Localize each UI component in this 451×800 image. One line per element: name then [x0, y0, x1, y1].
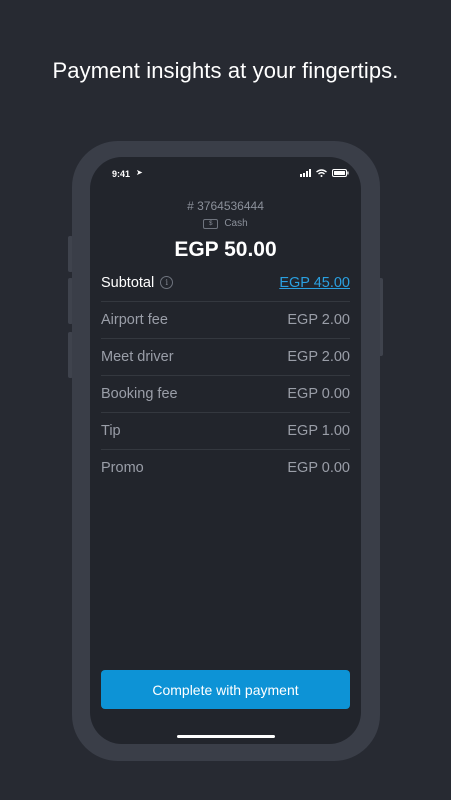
headline: Payment insights at your fingertips.	[52, 58, 399, 83]
fare-row-label: Booking fee	[101, 386, 178, 402]
location-arrow-icon: ➤	[136, 168, 143, 177]
battery-icon	[332, 169, 349, 177]
fare-row-label: Promo	[101, 460, 144, 476]
payment-method: $ Cash	[90, 218, 361, 229]
fare-row-label: Airport fee	[101, 312, 168, 328]
fare-row-meet-driver: Meet driver EGP 2.00	[101, 338, 350, 375]
complete-with-payment-button[interactable]: Complete with payment	[101, 670, 350, 709]
fare-row-label: Meet driver	[101, 349, 174, 365]
cellular-signal-icon	[300, 169, 311, 177]
payment-method-label: Cash	[224, 218, 248, 229]
fare-row-value: EGP 0.00	[287, 386, 350, 402]
subtotal-value-link[interactable]: EGP 45.00	[279, 275, 350, 291]
fare-row-tip: Tip EGP 1.00	[101, 412, 350, 449]
app-store-screenshot: Payment insights at your fingertips. 9:4…	[0, 0, 451, 800]
phone-screen: 9:41 ➤ # 3764536444 $ Cash EGP 50.00 Sub…	[90, 157, 361, 744]
home-indicator[interactable]	[177, 735, 275, 738]
status-icons	[300, 169, 349, 177]
fare-row-label: Tip	[101, 423, 121, 439]
fare-row-airport-fee: Airport fee EGP 2.00	[101, 301, 350, 338]
fare-row-booking-fee: Booking fee EGP 0.00	[101, 375, 350, 412]
ride-id: # 3764536444	[187, 199, 264, 213]
subtotal-label: Subtotal	[101, 274, 155, 291]
fare-row-subtotal: Subtotal i EGP 45.00	[101, 264, 350, 301]
fare-row-value: EGP 2.00	[287, 349, 350, 365]
info-icon[interactable]: i	[160, 276, 174, 289]
fare-row-value: EGP 1.00	[287, 423, 350, 439]
total-amount: EGP 50.00	[174, 238, 277, 261]
fare-breakdown: Subtotal i EGP 45.00 Airport fee EGP 2.0…	[101, 264, 350, 486]
fare-row-promo: Promo EGP 0.00	[101, 449, 350, 486]
fare-row-value: EGP 2.00	[287, 312, 350, 328]
cash-icon: $	[203, 218, 219, 229]
fare-row-value: EGP 0.00	[287, 460, 350, 476]
status-time: 9:41	[112, 169, 131, 179]
wifi-icon	[316, 169, 327, 177]
